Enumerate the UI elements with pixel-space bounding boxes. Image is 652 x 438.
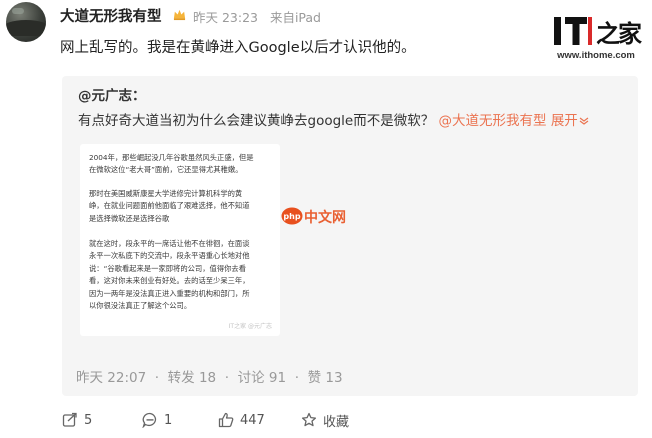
expand-link[interactable]: 展开 — [551, 113, 589, 129]
snapshot-paragraph: 那时在美国威斯康星大学进修完计算机科学的黄 峥，在就业问题面前他面临了艰难选择，… — [89, 189, 250, 223]
repost-card[interactable]: @元广志： 有点好奇大道当初为什么会建议黄峥去google而不是微软？ @大道无… — [62, 76, 638, 396]
snapshot-paragraph: 就在这时，段永平的一席话让他不在徘徊，在面谈 永平一次私底下的交流中，段永平语重… — [89, 239, 250, 311]
comment-icon — [142, 412, 157, 428]
snapshot-footer: IT之家 @元广志 — [228, 323, 272, 330]
avatar[interactable] — [6, 2, 46, 42]
action-toolbar: 5 1 447 收藏 — [62, 410, 638, 430]
snapshot-paragraph: 2004年，那些崛起没几年谷歌虽然风头正盛，但是 在微软这位“老大哥”面前，它还… — [89, 153, 254, 175]
repost-author[interactable]: @元广志： — [78, 84, 146, 104]
repost-icon — [62, 412, 77, 427]
svg-text:php: php — [283, 212, 300, 221]
post-text: 网上乱写的。我是在黄峥进入Google以后才认识他的。 — [60, 40, 416, 56]
author-name[interactable]: 大道无形我有型 — [60, 5, 162, 26]
repost-comments[interactable]: 讨论 91 — [238, 370, 286, 386]
thumbs-up-icon — [218, 412, 234, 428]
post-source: 来自iPad — [269, 10, 321, 25]
post-meta: 昨天 23:23 来自iPad — [193, 7, 321, 26]
repost-body: 有点好奇大道当初为什么会建议黄峥去google而不是微软？ — [78, 113, 435, 129]
php-logo-icon: php — [281, 207, 303, 225]
repost-time[interactable]: 昨天 22:07 — [76, 370, 146, 386]
weibo-post: 大道无形我有型 昨天 23:23 来自iPad 网上乱写的。我是在黄峥进入Goo… — [0, 0, 652, 438]
repost-reposts[interactable]: 转发 18 — [168, 370, 216, 386]
php-watermark-text: 中文网 — [304, 210, 346, 226]
star-icon — [301, 412, 317, 427]
like-button[interactable]: 447 — [218, 410, 265, 430]
repost-text: 有点好奇大道当初为什么会建议黄峥去google而不是微软？ @大道无形我有型 展… — [78, 109, 589, 129]
svg-text:之: 之 — [596, 20, 620, 48]
php-watermark: php 中文网 — [281, 206, 381, 228]
mention-link[interactable]: @大道无形我有型 — [439, 113, 547, 129]
repost-meta: 昨天 22:07 · 转发 18 · 讨论 91 · 赞 13 — [76, 370, 343, 386]
favorite-button[interactable]: 收藏 — [301, 410, 349, 430]
svg-text:家: 家 — [618, 20, 642, 48]
post-time[interactable]: 昨天 23:23 — [193, 10, 258, 25]
ithome-logo: 之 家 — [554, 17, 642, 48]
vip-crown-icon — [173, 9, 186, 21]
repost-likes[interactable]: 赞 13 — [308, 370, 343, 386]
comment-button[interactable]: 1 — [142, 410, 172, 430]
repost-button[interactable]: 5 — [62, 410, 92, 430]
article-snapshot-image[interactable]: 2004年，那些崛起没几年谷歌虽然风头正盛，但是 在微软这位“老大哥”面前，它还… — [80, 144, 280, 336]
ithome-url: www.ithome.com — [557, 50, 635, 61]
chevron-down-icon — [579, 117, 589, 125]
ithome-watermark: 之 家 www.ithome.com — [546, 14, 646, 64]
